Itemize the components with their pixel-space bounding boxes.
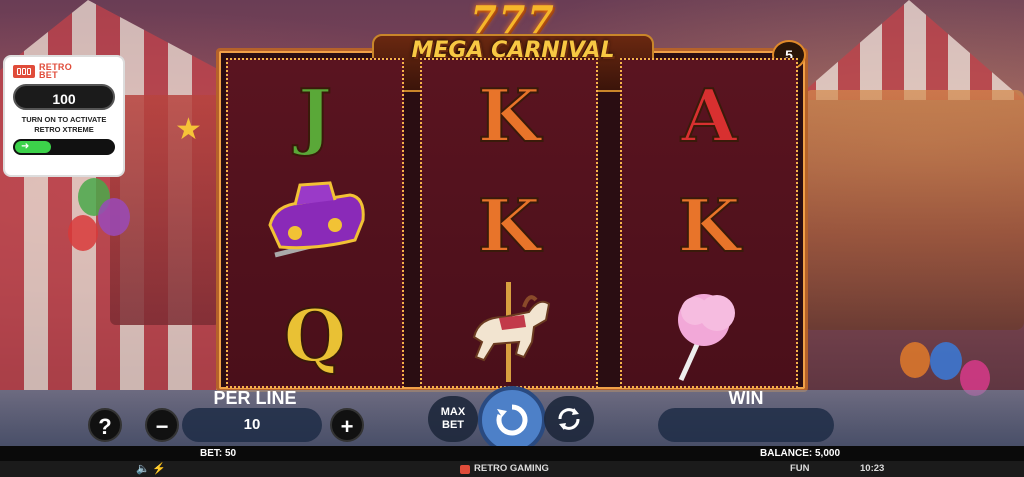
balloon — [68, 215, 98, 251]
spin-button[interactable] — [478, 386, 546, 454]
win-value — [658, 408, 834, 442]
brand-name: RETRO GAMING — [474, 463, 549, 474]
reel-2: K K — [420, 58, 598, 388]
bumper-car-icon — [228, 175, 402, 275]
symbol-k: K — [477, 182, 542, 269]
balance-amount: BALANCE: 5,000 — [760, 448, 841, 459]
autoplay-icon — [558, 408, 580, 430]
balloon — [930, 342, 962, 380]
per-line-value: 10 — [182, 408, 322, 442]
carousel-background — [804, 90, 1024, 330]
max-bet-button[interactable]: MAX BET — [428, 396, 478, 442]
clock: 10:23 — [860, 463, 885, 474]
retro-bet-value[interactable]: 100 — [13, 84, 115, 110]
win-label: WIN — [728, 388, 764, 408]
bet-amount: BET: 50 — [200, 448, 237, 459]
retro-bet-panel: RETRO BET 100 TURN ON TO ACTIVATE RETRO … — [3, 55, 125, 177]
retro-bet-logo: RETRO BET — [13, 63, 115, 80]
carousel-horse-icon — [422, 282, 596, 382]
retro-xtreme-text: TURN ON TO ACTIVATE RETRO XTREME — [21, 115, 107, 134]
sound-icon[interactable]: 🔈 — [136, 461, 150, 477]
turbo-icon[interactable]: ⚡ — [152, 461, 166, 477]
symbol-k: K — [477, 72, 542, 159]
status-bar: BET: 50 BALANCE: 5,000 — [0, 446, 1024, 461]
symbol-a: A — [680, 72, 738, 159]
logo-777: 777 — [470, 0, 556, 42]
retro-gaming-logo-icon — [460, 465, 470, 474]
increase-bet-button[interactable]: + — [330, 408, 364, 442]
symbol-k: K — [677, 182, 742, 269]
help-button[interactable]: ? — [88, 408, 122, 442]
reel-1: J Q — [226, 58, 404, 388]
per-line-label: PER LINE — [213, 388, 297, 408]
arrow-right-icon: ➜ — [15, 141, 51, 153]
balloon — [98, 198, 130, 236]
reel-3: A K — [620, 58, 798, 388]
spin-icon — [496, 404, 528, 436]
autoplay-button[interactable] — [544, 396, 594, 442]
decrease-bet-button[interactable]: − — [145, 408, 179, 442]
footer-bar: 🔈 ⚡ RETRO GAMING FUN 10:23 — [0, 461, 1024, 477]
balloon — [900, 342, 930, 378]
symbol-j: J — [297, 72, 333, 159]
retro-logo-text-2: BET — [39, 70, 58, 80]
retro-logo-icon — [13, 64, 35, 78]
retro-xtreme-toggle[interactable]: ➜ — [13, 139, 115, 155]
symbol-q: Q — [283, 292, 348, 379]
play-mode: FUN — [790, 463, 810, 474]
star-icon: ★ — [175, 113, 202, 146]
cotton-candy-icon — [622, 285, 796, 385]
